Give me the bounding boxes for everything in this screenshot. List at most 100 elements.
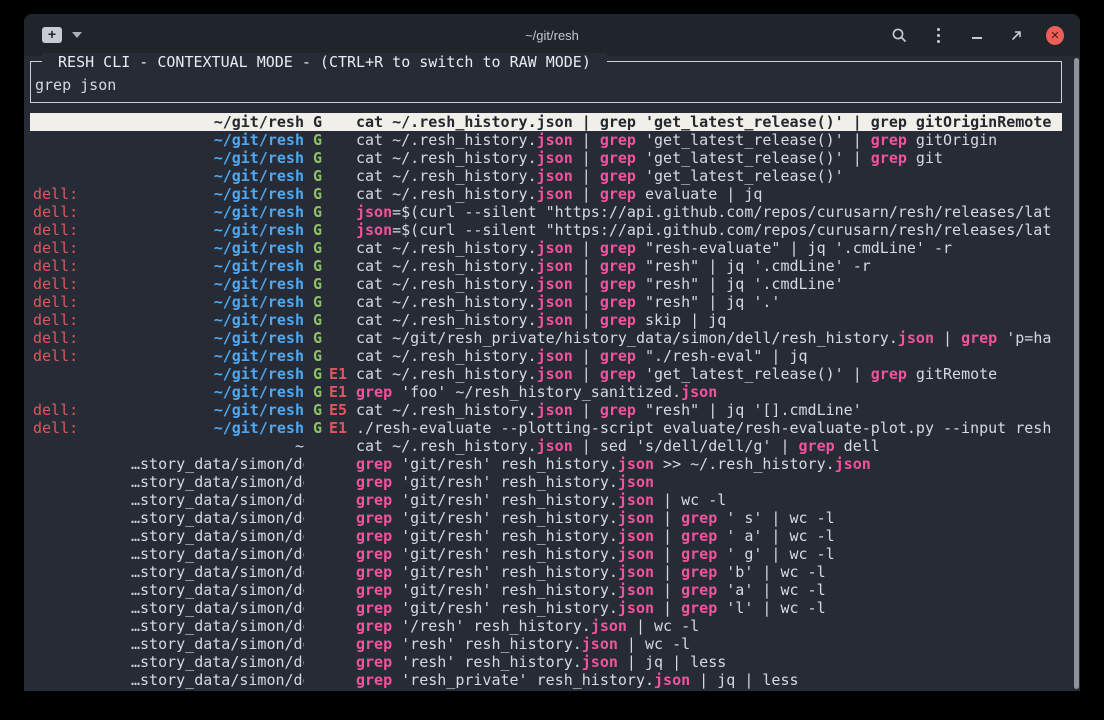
host-dir-cell: …story_data/simon/dell_erasmus <box>33 635 304 653</box>
history-row[interactable]: ~ cat ~/.resh_history.json | sed 's/dell/… <box>30 437 1062 455</box>
history-row[interactable]: …story_data/simon/dell_erasmusgrep 'resh… <box>30 671 1062 689</box>
history-row[interactable]: dell:~/git/reshGcat ~/.resh_history.json… <box>30 275 1062 293</box>
search-button[interactable] <box>890 26 908 44</box>
history-row[interactable]: …story_data/simon/dell_erasmusgrep 'git/… <box>30 599 1062 617</box>
history-row[interactable]: …story_data/simon/dell_erasmusgrep 'git/… <box>30 491 1062 509</box>
host-dir-cell: dell:~/git/resh <box>33 347 304 365</box>
history-row[interactable]: …story_data/simon/dell_erasmusgrep 'git/… <box>30 509 1062 527</box>
flags-cell: G <box>304 347 356 365</box>
minimize-button[interactable] <box>968 26 986 44</box>
history-row[interactable]: dell:~/git/reshGcat ~/.resh_history.json… <box>30 257 1062 275</box>
host-label: dell: <box>33 275 131 293</box>
flags-cell <box>304 581 356 599</box>
host-dir-cell: dell:~/git/resh <box>33 419 304 437</box>
command-text: cat ~/.resh_history.json | grep "resh-ev… <box>356 239 1062 257</box>
history-row[interactable]: dell:~/git/reshGcat ~/.resh_history.json… <box>30 239 1062 257</box>
directory-label: ~/git/resh <box>131 167 304 185</box>
scrollbar[interactable] <box>1074 58 1079 689</box>
close-icon: ✕ <box>1050 30 1059 41</box>
host-label <box>33 365 131 383</box>
directory-label: …story_data/simon/dell_erasmus <box>131 491 304 509</box>
history-row[interactable]: …story_data/simon/dell_erasmusgrep '/res… <box>30 617 1062 635</box>
host-dir-cell: dell:~/git/resh <box>33 329 304 347</box>
command-text: cat ~/.resh_history.json | grep 'get_lat… <box>356 131 1062 149</box>
host-label: dell: <box>33 347 131 365</box>
history-row[interactable]: ~/git/reshGcat ~/.resh_history.json | gr… <box>30 167 1062 185</box>
host-dir-cell: dell:~/git/resh <box>33 311 304 329</box>
history-row[interactable]: …story_data/simon/dell_erasmusgrep 'resh… <box>30 635 1062 653</box>
history-row[interactable]: dell:~/git/reshGE1./resh-evaluate --plot… <box>30 419 1062 437</box>
host-dir-cell: dell:~/git/resh <box>33 275 304 293</box>
menu-button[interactable] <box>929 26 947 44</box>
command-text: grep 'git/resh' resh_history.json | grep… <box>356 563 1062 581</box>
host-label <box>33 437 131 455</box>
new-tab-button[interactable] <box>42 27 62 43</box>
history-row[interactable]: …story_data/simon/dell_erasmusgrep 'resh… <box>30 653 1062 671</box>
host-dir-cell: …story_data/simon/dell_erasmus <box>33 473 304 491</box>
host-label <box>33 167 131 185</box>
history-row[interactable]: ~/git/reshGcat ~/.resh_history.json | gr… <box>30 149 1062 167</box>
host-label <box>33 653 131 671</box>
history-row[interactable]: …story_data/simon/dell_erasmus grep 'git/… <box>30 563 1062 581</box>
command-text: cat ~/.resh_history.json | grep skip | j… <box>356 311 1062 329</box>
flags-cell <box>304 545 356 563</box>
host-dir-cell: ~ <box>33 437 304 455</box>
host-label: dell: <box>33 311 131 329</box>
titlebar: ~/git/resh ✕ <box>24 14 1080 56</box>
flags-cell <box>304 527 356 545</box>
host-label: dell: <box>33 293 131 311</box>
host-label: dell: <box>33 203 131 221</box>
host-dir-cell: …story_data/simon/dell_erasmus <box>33 599 304 617</box>
git-flag: G <box>313 113 322 131</box>
directory-label: ~/git/resh <box>131 419 304 437</box>
minimize-icon <box>972 37 982 39</box>
flags-cell: G <box>304 221 356 239</box>
close-button[interactable]: ✕ <box>1046 26 1064 44</box>
command-text: grep 'git/resh' resh_history.json >> ~/.… <box>356 455 1062 473</box>
host-dir-cell: …story_data/simon/dell_erasmus <box>33 545 304 563</box>
history-row[interactable]: dell:~/git/reshGcat ~/.resh_history.json… <box>30 347 1062 365</box>
command-text: cat ~/.resh_history.json | grep 'get_lat… <box>356 113 1062 131</box>
flags-cell <box>304 437 356 455</box>
host-label <box>33 545 131 563</box>
directory-label: ~/git/resh <box>131 185 304 203</box>
history-row[interactable]: dell:~/git/reshGcat ~/.resh_history.json… <box>30 311 1062 329</box>
history-row[interactable]: dell:~/git/reshGcat ~/git/resh_private/h… <box>30 329 1062 347</box>
terminal-content: RESH CLI - CONTEXTUAL MODE - (CTRL+R to … <box>24 56 1080 691</box>
command-text: cat ~/.resh_history.json | sed 's/dell/d… <box>356 437 1062 455</box>
flags-cell <box>304 617 356 635</box>
tab-dropdown-icon[interactable] <box>72 32 82 38</box>
restore-button[interactable] <box>1007 26 1025 44</box>
host-dir-cell: ~/git/resh <box>33 131 304 149</box>
command-text: cat ~/.resh_history.json | grep "resh" |… <box>356 293 1062 311</box>
history-row[interactable]: ~/git/reshGE1cat ~/.resh_history.json | … <box>30 365 1062 383</box>
directory-label: ~/git/resh <box>131 293 304 311</box>
history-row[interactable]: dell:~/git/reshGjson=$(curl --silent "ht… <box>30 203 1062 221</box>
history-row[interactable]: dell:~/git/reshGcat ~/.resh_history.json… <box>30 293 1062 311</box>
history-row[interactable]: dell:~/git/reshGcat ~/.resh_history.json… <box>30 185 1062 203</box>
git-flag: G <box>313 419 322 437</box>
directory-label: …story_data/simon/dell_erasmus <box>131 563 304 581</box>
host-dir-cell: ~/git/resh <box>33 365 304 383</box>
history-row[interactable]: ~/git/reshGE1grep 'foo' ~/resh_history_s… <box>30 383 1062 401</box>
directory-label: …story_data/simon/dell_erasmus <box>131 617 304 635</box>
history-row[interactable]: dell:~/git/reshGE5cat ~/.resh_history.js… <box>30 401 1062 419</box>
history-row[interactable]: ~/git/reshGcat ~/.resh_history.json | gr… <box>30 131 1062 149</box>
host-dir-cell: dell:~/git/resh <box>33 203 304 221</box>
history-row[interactable]: dell:~/git/reshGjson=$(curl --silent "ht… <box>30 221 1062 239</box>
host-label <box>33 131 131 149</box>
history-row[interactable]: …story_data/simon/dell_erasmusgrep 'git/… <box>30 455 1062 473</box>
directory-label: ~/git/resh <box>131 401 304 419</box>
directory-label: ~/git/resh <box>131 347 304 365</box>
history-row[interactable]: ~/git/reshGcat ~/.resh_history.json | gr… <box>30 113 1062 131</box>
host-dir-cell: …story_data/simon/dell_erasmus <box>33 581 304 599</box>
history-row[interactable]: …story_data/simon/dell_erasmusgrep 'git/… <box>30 473 1062 491</box>
command-text: grep 'git/resh' resh_history.json | grep… <box>356 527 1062 545</box>
history-row[interactable]: …story_data/simon/dell_erasmusgrep 'git/… <box>30 545 1062 563</box>
directory-label: …story_data/simon/dell_erasmus <box>131 473 304 491</box>
history-row[interactable]: …story_data/simon/dell_erasmusgrep 'git/… <box>30 527 1062 545</box>
history-row[interactable]: …story_data/simon/dell_erasmusgrep 'git/… <box>30 581 1062 599</box>
host-label <box>33 599 131 617</box>
command-text: json=$(curl --silent "https://api.github… <box>356 203 1062 221</box>
host-label <box>33 527 131 545</box>
